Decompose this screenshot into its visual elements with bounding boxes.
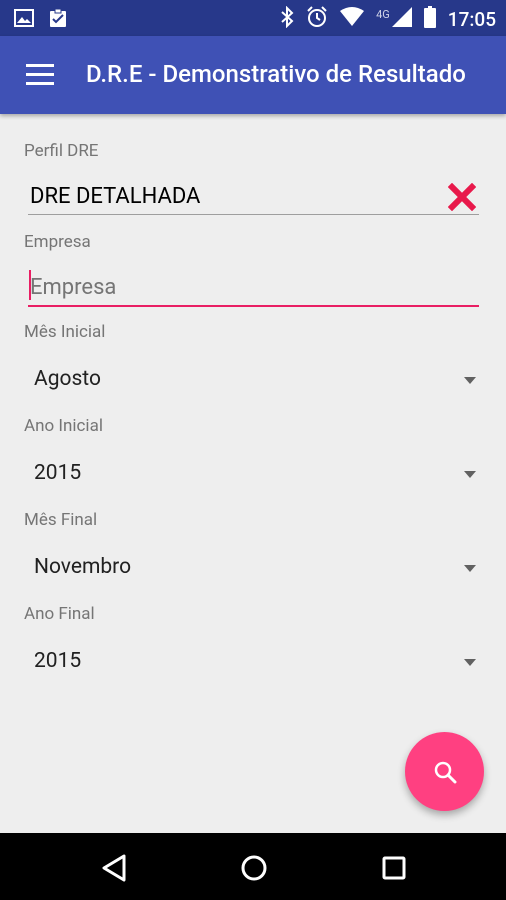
network-type: 4G bbox=[376, 7, 390, 21]
perfil-dre-label: Perfil DRE bbox=[24, 141, 99, 161]
home-icon[interactable] bbox=[237, 851, 271, 885]
ano-final-select[interactable]: 2015 bbox=[24, 637, 480, 689]
bluetooth-icon bbox=[280, 5, 294, 32]
wifi-icon bbox=[340, 7, 365, 31]
back-icon[interactable] bbox=[98, 851, 132, 885]
dropdown-arrow-icon bbox=[464, 377, 476, 384]
empresa-input[interactable] bbox=[28, 267, 482, 307]
battery-icon bbox=[423, 6, 436, 32]
clipboard-icon bbox=[48, 8, 68, 32]
ano-inicial-select[interactable]: 2015 bbox=[24, 449, 480, 501]
mes-final-label: Mês Final bbox=[24, 510, 98, 530]
perfil-dre-underline bbox=[28, 214, 479, 215]
menu-icon[interactable] bbox=[26, 64, 54, 86]
mes-inicial-value: Agosto bbox=[34, 367, 101, 391]
empresa-label: Empresa bbox=[24, 232, 91, 252]
clock: 17:05 bbox=[447, 7, 496, 31]
dropdown-arrow-icon bbox=[464, 565, 476, 572]
empresa-underline bbox=[28, 305, 479, 307]
search-fab-button[interactable] bbox=[405, 732, 484, 811]
app-bar: D.R.E - Demonstrativo de Resultado bbox=[0, 36, 506, 114]
signal-icon bbox=[391, 7, 412, 31]
recents-icon[interactable] bbox=[377, 851, 411, 885]
mes-inicial-label: Mês Inicial bbox=[24, 322, 106, 342]
app-title: D.R.E - Demonstrativo de Resultado bbox=[86, 60, 466, 88]
alarm-icon bbox=[306, 6, 328, 32]
mes-final-select[interactable]: Novembro bbox=[24, 543, 480, 595]
text-caret bbox=[29, 270, 31, 300]
dropdown-arrow-icon bbox=[464, 659, 476, 666]
navigation-bar bbox=[0, 833, 506, 900]
mes-inicial-select[interactable]: Agosto bbox=[24, 355, 480, 407]
ano-inicial-value: 2015 bbox=[34, 461, 82, 485]
ano-final-value: 2015 bbox=[34, 649, 82, 673]
status-bar: 4G 17:05 bbox=[0, 0, 506, 36]
close-icon[interactable] bbox=[447, 182, 477, 212]
perfil-dre-input[interactable] bbox=[28, 176, 482, 216]
ano-inicial-label: Ano Inicial bbox=[24, 416, 103, 436]
search-icon bbox=[434, 761, 457, 784]
dropdown-arrow-icon bbox=[464, 471, 476, 478]
image-icon bbox=[14, 8, 34, 32]
mes-final-value: Novembro bbox=[34, 555, 132, 579]
ano-final-label: Ano Final bbox=[24, 604, 95, 624]
